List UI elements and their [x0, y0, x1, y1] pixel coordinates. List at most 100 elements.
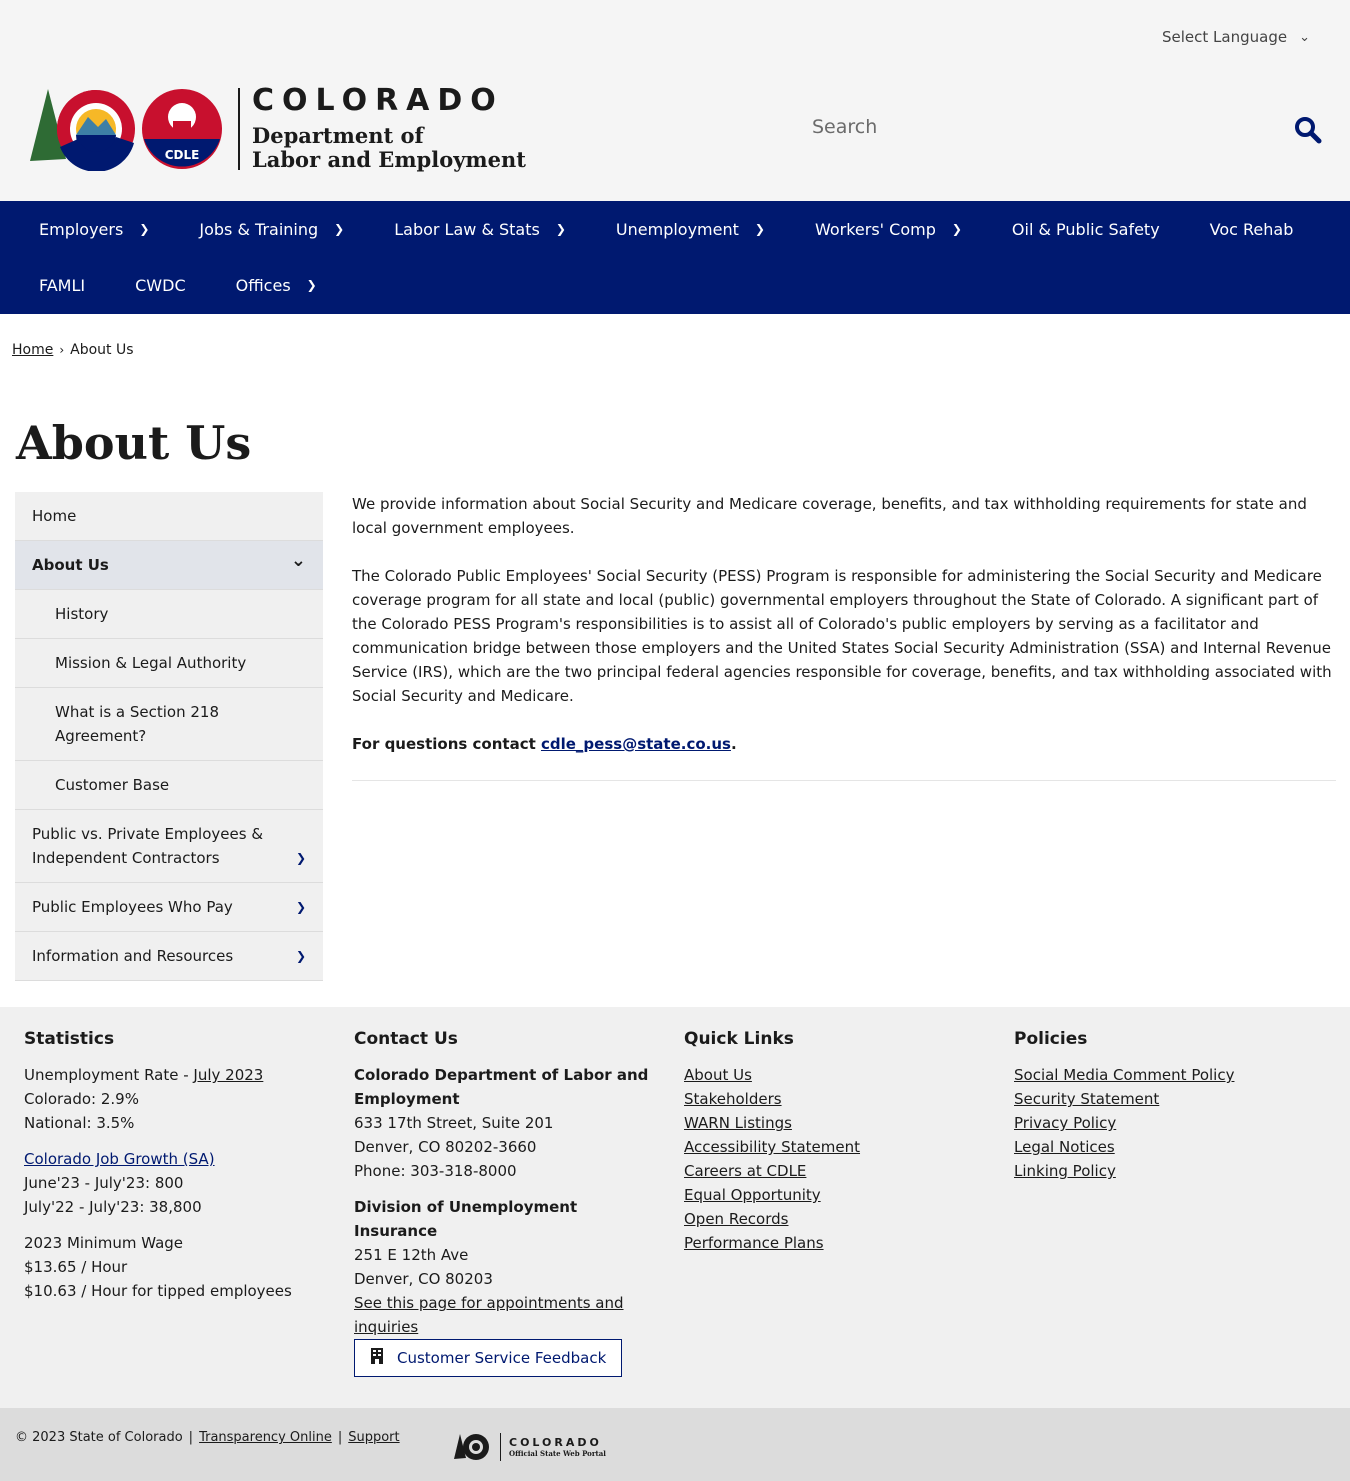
sidenav-item-about-us[interactable]: About Us ⌄ [15, 541, 323, 590]
copyright-line: © 2023 State of Colorado | Transparency On… [15, 1430, 400, 1445]
chevron-right-icon: ❯ [555, 222, 566, 236]
appointments-link[interactable]: See this page for appointments and inqui… [354, 1291, 654, 1339]
separator: | [337, 1430, 343, 1445]
min-wage-value: $13.65 / Hour [24, 1258, 128, 1276]
chevron-right-icon: ❯ [306, 278, 317, 292]
nav-item-voc-rehab[interactable]: Voc Rehab [1185, 201, 1319, 257]
quick-link-equal-opportunity[interactable]: Equal Opportunity [684, 1183, 984, 1207]
unemployment-rate-label: Unemployment Rate - [24, 1066, 194, 1084]
nav-item-workers-comp[interactable]: Workers' Comp ❯ [790, 201, 987, 257]
sidenav-item-label: Home [32, 507, 77, 525]
search-icon[interactable] [1294, 116, 1322, 148]
chevron-right-icon[interactable]: ❯ [296, 895, 306, 919]
customer-feedback-button[interactable]: Customer Service Feedback [354, 1339, 622, 1377]
cdle-logo[interactable]: CDLE COLORADO Department of Labor and Em… [30, 86, 526, 172]
nav-item-label: Oil & Public Safety [1011, 219, 1160, 239]
search-input[interactable] [812, 116, 1272, 138]
nav-item-famli[interactable]: FAMLI [14, 257, 110, 313]
sidenav-item-label: History [55, 605, 109, 623]
quick-link-warn-listings[interactable]: WARN Listings [684, 1111, 984, 1135]
sidenav-item-mission-legal-authority[interactable]: Mission & Legal Authority [15, 639, 323, 688]
sidenav-item-history[interactable]: History [15, 590, 323, 639]
breadcrumb-separator-icon: › [59, 343, 65, 357]
quick-link-careers-at-cdle[interactable]: Careers at CDLE [684, 1159, 984, 1183]
nav-item-label: Offices [235, 275, 291, 295]
chevron-right-icon: ❯ [139, 222, 150, 236]
min-wage-title: 2023 Minimum Wage [24, 1234, 184, 1252]
contact-org: Colorado Department of Labor and Employm… [354, 1066, 649, 1108]
logo-divider [238, 88, 240, 170]
state-portal-logo[interactable]: COLORADO Official State Web Portal [454, 1432, 606, 1462]
portal-state: COLORADO [509, 1436, 602, 1449]
policy-link-social-media-comment-policy[interactable]: Social Media Comment Policy [1014, 1063, 1314, 1087]
portal-divider [500, 1433, 501, 1461]
quick-link-performance-plans[interactable]: Performance Plans [684, 1231, 984, 1255]
nav-item-unemployment[interactable]: Unemployment ❯ [591, 201, 790, 257]
policy-link-privacy-policy[interactable]: Privacy Policy [1014, 1111, 1314, 1135]
nav-item-label: Unemployment [615, 219, 739, 239]
policies-heading: Policies [1014, 1029, 1088, 1049]
contact-email-link[interactable]: cdle_pess@state.co.us [541, 735, 731, 753]
sidenav-item-what-is-a-section-218-agreement[interactable]: What is a Section 218 Agreement? [15, 688, 323, 761]
unemployment-month-link[interactable]: July 2023 [193, 1066, 263, 1084]
chevron-down-icon[interactable]: ⌄ [291, 549, 306, 573]
sidenav-item-label: What is a Section 218 Agreement? [55, 703, 220, 745]
intro-paragraph: We provide information about Social Secu… [352, 495, 1307, 537]
main-content: We provide information about Social Secu… [352, 492, 1336, 781]
portal-text: COLORADO Official State Web Portal [509, 1436, 606, 1458]
nav-item-label: Voc Rehab [1209, 219, 1294, 239]
policy-link-legal-notices[interactable]: Legal Notices [1014, 1135, 1314, 1159]
pess-paragraph: The Colorado Public Employees' Social Se… [352, 567, 1332, 705]
top-bar: Select Language ⌄ [0, 0, 1350, 78]
chevron-right-icon[interactable]: ❯ [296, 846, 306, 870]
logo-dept-line2: Labor and Employment [252, 147, 526, 172]
colorado-c-logo-icon: CDLE [30, 89, 222, 171]
footer-quick-links: Quick Links About Us Stakeholders WARN Lis… [684, 1029, 984, 1255]
main-nav: Employers ❯ Jobs & Training ❯ Labor Law & St… [0, 201, 1350, 314]
site-footer: Statistics Unemployment Rate - July 2023… [0, 1007, 1350, 1408]
sidenav-item-label: Public Employees Who Pay [32, 898, 233, 916]
quick-link-accessibility-statement[interactable]: Accessibility Statement [684, 1135, 984, 1159]
sidenav-item-public-employees-who-pay[interactable]: Public Employees Who Pay ❯ [15, 883, 323, 932]
quick-link-open-records[interactable]: Open Records [684, 1207, 984, 1231]
language-selector[interactable]: Select Language ⌄ [1162, 28, 1310, 46]
sidenav-item-customer-base[interactable]: Customer Base [15, 761, 323, 810]
bottom-bar: © 2023 State of Colorado | Transparency On… [0, 1408, 1350, 1481]
quick-link-about-us[interactable]: About Us [684, 1063, 984, 1087]
chevron-right-icon: ❯ [754, 222, 765, 236]
sidenav-item-public-vs-private-employees-independent-contractors[interactable]: Public vs. Private Employees & Independe… [15, 810, 323, 883]
chevron-right-icon[interactable]: ❯ [296, 944, 306, 968]
job-growth-yearly: July'22 - July'23: 38,800 [24, 1198, 202, 1216]
support-link[interactable]: Support [348, 1430, 399, 1445]
side-nav: Home About Us ⌄ History Mission & Legal Auth… [15, 492, 323, 981]
transparency-link[interactable]: Transparency Online [199, 1430, 332, 1445]
sidenav-item-home[interactable]: Home [15, 492, 323, 541]
nav-item-employers[interactable]: Employers ❯ [14, 201, 174, 257]
nav-item-jobs-training[interactable]: Jobs & Training ❯ [174, 201, 369, 257]
quick-links-list: About Us Stakeholders WARN Listings Accessi… [684, 1063, 984, 1255]
portal-subtitle: Official State Web Portal [509, 1449, 606, 1458]
nav-item-offices[interactable]: Offices ❯ [211, 257, 342, 313]
sidenav-item-information-and-resources[interactable]: Information and Resources ❯ [15, 932, 323, 981]
job-growth-link[interactable]: Colorado Job Growth (SA) [24, 1147, 324, 1171]
policy-link-linking-policy[interactable]: Linking Policy [1014, 1159, 1314, 1183]
quick-link-stakeholders[interactable]: Stakeholders [684, 1087, 984, 1111]
breadcrumb-home-link[interactable]: Home [12, 342, 53, 358]
nav-item-label: Workers' Comp [814, 219, 936, 239]
copyright-text: © 2023 State of Colorado [15, 1430, 183, 1445]
sidenav-item-label: About Us [32, 556, 109, 574]
nav-item-label: Employers [39, 219, 124, 239]
policies-list: Social Media Comment Policy Security Stat… [1014, 1063, 1314, 1183]
language-label: Select Language [1162, 28, 1288, 46]
nav-item-cwdc[interactable]: CWDC [110, 257, 210, 313]
nav-item-labor-law-stats[interactable]: Labor Law & Stats ❯ [369, 201, 591, 257]
statistics-heading: Statistics [24, 1029, 115, 1049]
ui-address-line1: 251 E 12th Ave [354, 1246, 469, 1264]
nav-item-oil-public-safety[interactable]: Oil & Public Safety [987, 201, 1185, 257]
nav-item-label: Jobs & Training [199, 219, 319, 239]
search-box [812, 116, 1322, 146]
sidenav-item-label: Public vs. Private Employees & Independe… [32, 825, 264, 867]
policy-link-security-statement[interactable]: Security Statement [1014, 1087, 1314, 1111]
